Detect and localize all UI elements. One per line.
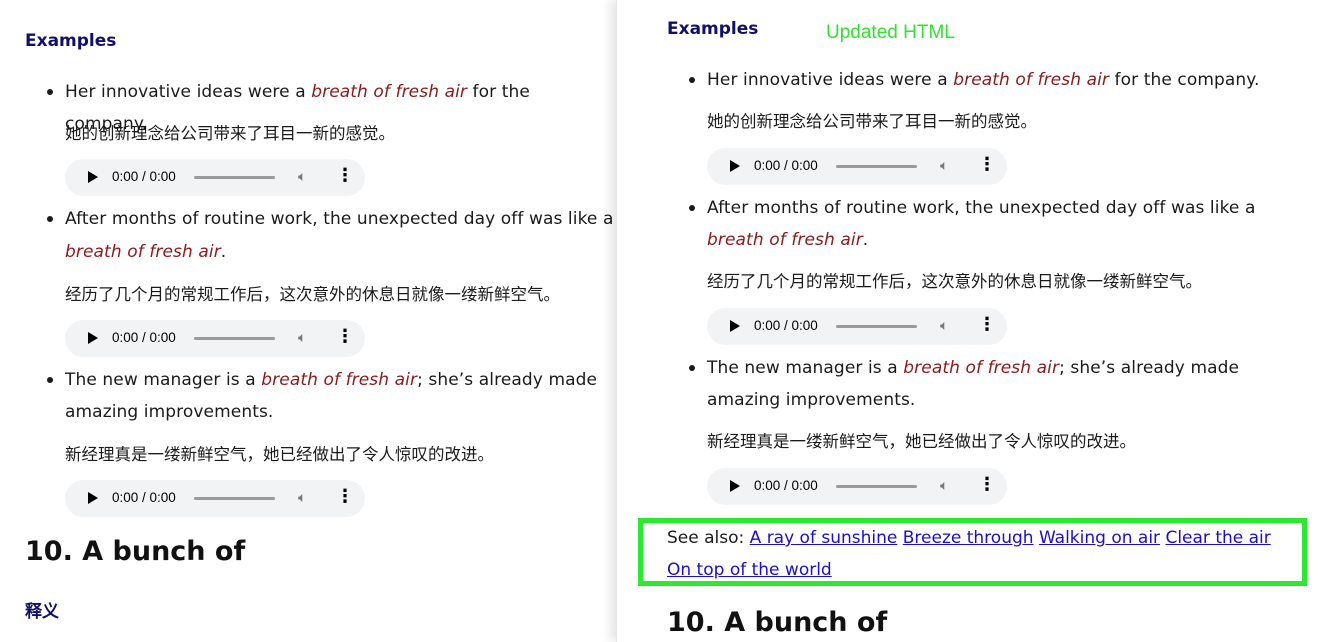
see-also-label: See also: <box>667 528 750 548</box>
audio-player[interactable]: 0:00 / 0:00 🔈︎ ⋮ <box>707 148 1007 185</box>
updated-html-label: Updated HTML <box>826 22 955 43</box>
see-also-link[interactable]: Walking on air <box>1039 528 1160 548</box>
idiom-phrase: breath of fresh air <box>65 242 221 262</box>
bullet <box>689 77 695 83</box>
sentence-text: for the company. <box>1109 70 1260 90</box>
audio-player[interactable]: 0:00 / 0:00 🔈︎ ⋮ <box>707 308 1007 345</box>
play-icon[interactable] <box>730 160 740 172</box>
play-icon[interactable] <box>88 492 98 504</box>
example-translation: 新经理真是一缕新鲜空气，她已经做出了令人惊叹的改进。 <box>707 432 1136 451</box>
bullet <box>47 377 53 383</box>
example-sentence: Her innovative ideas were a breath of fr… <box>707 64 1260 96</box>
bullet <box>689 205 695 211</box>
idiom-phrase: breath of fresh air <box>903 358 1060 378</box>
volume-icon[interactable]: 🔈︎ <box>940 158 948 174</box>
more-options-icon[interactable]: ⋮ <box>978 474 996 495</box>
play-icon[interactable] <box>730 480 740 492</box>
audio-progress-track[interactable] <box>194 337 275 340</box>
section-heading: Examples <box>667 19 759 39</box>
example-translation: 经历了几个月的常规工作后，这次意外的休息日就像一缕新鲜空气。 <box>65 285 560 304</box>
sentence-text: The new manager is a <box>707 358 904 378</box>
sentence-text: Her innovative ideas were a <box>65 82 312 102</box>
example-sentence-cont: amazing improvements. <box>65 402 274 422</box>
sentence-text: ; she’s already made <box>417 370 598 390</box>
right-pane: Examples Updated HTML Her innovative ide… <box>616 0 1323 642</box>
sentence-text: . <box>862 230 869 250</box>
left-pane: Examples Her innovative ideas were a bre… <box>0 0 616 642</box>
sentence-text: . <box>220 242 227 262</box>
audio-player[interactable]: 0:00 / 0:00 🔈︎ ⋮ <box>65 320 365 357</box>
example-translation: 她的创新理念给公司带来了耳目一新的感觉。 <box>65 124 395 143</box>
example-translation: 她的创新理念给公司带来了耳目一新的感觉。 <box>707 112 1037 131</box>
bullet <box>47 89 53 95</box>
bullet <box>689 365 695 371</box>
example-sentence-cont: breath of fresh air. <box>65 236 226 268</box>
more-options-icon[interactable]: ⋮ <box>978 314 996 335</box>
more-options-icon[interactable]: ⋮ <box>336 165 354 186</box>
volume-icon[interactable]: 🔈︎ <box>940 318 948 334</box>
audio-time: 0:00 / 0:00 <box>112 330 176 345</box>
more-options-icon[interactable]: ⋮ <box>978 154 996 175</box>
play-icon[interactable] <box>88 332 98 344</box>
example-sentence: After months of routine work, the unexpe… <box>707 198 1256 218</box>
audio-time: 0:00 / 0:00 <box>754 158 818 173</box>
example-translation: 新经理真是一缕新鲜空气，她已经做出了令人惊叹的改进。 <box>65 445 494 464</box>
see-also-link[interactable]: Breeze through <box>903 528 1034 548</box>
example-sentence-cont: amazing improvements. <box>707 390 916 410</box>
audio-progress-track[interactable] <box>836 485 917 488</box>
play-icon[interactable] <box>730 320 740 332</box>
section-heading: Examples <box>25 31 117 51</box>
sentence-text: ; she’s already made <box>1059 358 1240 378</box>
play-icon[interactable] <box>88 171 98 183</box>
section-title: 10. A bunch of <box>667 607 888 638</box>
audio-player[interactable]: 0:00 / 0:00 🔈︎ ⋮ <box>707 468 1007 505</box>
audio-progress-track[interactable] <box>836 325 917 328</box>
section-title: 10. A bunch of <box>25 536 246 567</box>
example-sentence: After months of routine work, the unexpe… <box>65 209 614 229</box>
audio-player[interactable]: 0:00 / 0:00 🔈︎ ⋮ <box>65 480 365 517</box>
example-sentence-cont: breath of fresh air. <box>707 224 868 256</box>
idiom-phrase: breath of fresh air <box>311 82 468 102</box>
idiom-phrase: breath of fresh air <box>707 230 863 250</box>
volume-icon[interactable]: 🔈︎ <box>298 490 306 506</box>
volume-icon[interactable]: 🔈︎ <box>298 330 306 346</box>
audio-time: 0:00 / 0:00 <box>754 478 818 493</box>
sentence-text: Her innovative ideas were a <box>707 70 954 90</box>
audio-progress-track[interactable] <box>194 176 275 179</box>
idiom-phrase: breath of fresh air <box>261 370 418 390</box>
audio-time: 0:00 / 0:00 <box>112 169 176 184</box>
definition-heading: 释义 <box>25 602 59 622</box>
volume-icon[interactable]: 🔈︎ <box>940 478 948 494</box>
see-also-link[interactable]: A ray of sunshine <box>750 528 898 548</box>
audio-progress-track[interactable] <box>194 497 275 500</box>
example-sentence: The new manager is a breath of fresh air… <box>65 364 597 396</box>
bullet <box>47 216 53 222</box>
more-options-icon[interactable]: ⋮ <box>336 486 354 507</box>
see-also: See also: A ray of sunshine Breeze throu… <box>667 522 1297 586</box>
example-translation: 经历了几个月的常规工作后，这次意外的休息日就像一缕新鲜空气。 <box>707 272 1202 291</box>
volume-icon[interactable]: 🔈︎ <box>298 169 306 185</box>
audio-time: 0:00 / 0:00 <box>754 318 818 333</box>
more-options-icon[interactable]: ⋮ <box>336 326 354 347</box>
see-also-link[interactable]: Clear the air <box>1165 528 1270 548</box>
audio-player[interactable]: 0:00 / 0:00 🔈︎ ⋮ <box>65 159 365 196</box>
sentence-text: The new manager is a <box>65 370 262 390</box>
idiom-phrase: breath of fresh air <box>953 70 1110 90</box>
audio-progress-track[interactable] <box>836 165 917 168</box>
see-also-link[interactable]: On top of the world <box>667 560 832 580</box>
example-sentence: The new manager is a breath of fresh air… <box>707 352 1239 384</box>
audio-time: 0:00 / 0:00 <box>112 490 176 505</box>
